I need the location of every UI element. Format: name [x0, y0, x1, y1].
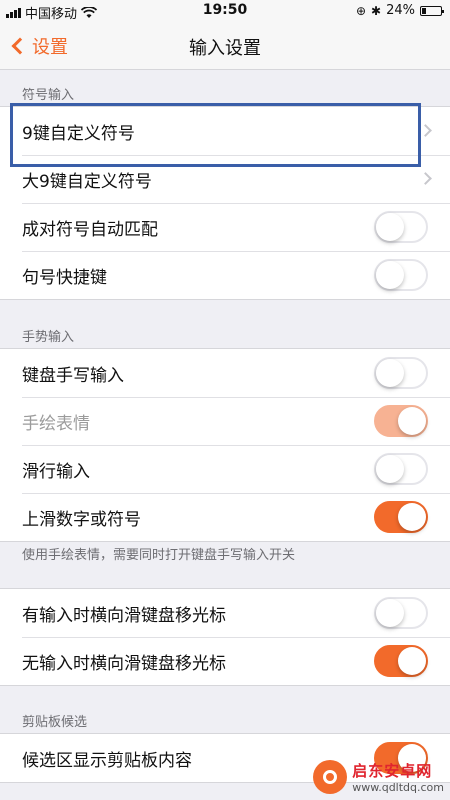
row-swipe-input: 滑行输入 — [0, 445, 450, 493]
row-label: 9键自定义符号 — [22, 123, 135, 144]
row-label: 上滑数字或符号 — [22, 509, 141, 530]
watermark: 启东安卓网 www.qdltdq.com — [313, 760, 444, 794]
group-symbol-input: 9键自定义符号 大9键自定义符号 成对符号自动匹配 句号快捷键 — [0, 106, 450, 300]
battery-percent: 24% — [386, 3, 415, 18]
group-cursor: 有输入时横向滑键盘移光标 无输入时横向滑键盘移光标 — [0, 588, 450, 686]
row-label: 有输入时横向滑键盘移光标 — [22, 605, 226, 626]
row-label: 键盘手写输入 — [22, 365, 124, 386]
period-shortcut-toggle[interactable] — [374, 259, 428, 291]
battery-icon — [420, 5, 444, 16]
nav-bar: 设置 输入设置 — [0, 22, 450, 70]
chevron-right-icon — [419, 172, 432, 185]
hand-drawn-emoji-toggle — [374, 405, 428, 437]
swipe-up-numbers-toggle[interactable] — [374, 501, 428, 533]
row-label: 大9键自定义符号 — [22, 171, 152, 192]
row-label: 候选区显示剪贴板内容 — [22, 750, 192, 771]
group-gesture-input: 键盘手写输入 手绘表情 滑行输入 上滑数字或符号 — [0, 348, 450, 542]
handwriting-toggle[interactable] — [374, 357, 428, 389]
row-swipe-up-numbers: 上滑数字或符号 — [0, 493, 450, 541]
row-period-shortcut: 句号快捷键 — [0, 251, 450, 299]
row-cursor-without-input: 无输入时横向滑键盘移光标 — [0, 637, 450, 685]
section-header-gesture-input: 手势输入 — [22, 330, 75, 345]
gesture-footer-note: 使用手绘表情，需要同时打开键盘手写输入开关 — [22, 548, 296, 563]
cursor-without-input-toggle[interactable] — [374, 645, 428, 677]
row-hand-drawn-emoji: 手绘表情 — [0, 397, 450, 445]
section-header-symbol-input: 符号输入 — [22, 88, 75, 103]
watermark-url: www.qdltdq.com — [352, 781, 444, 794]
auto-pair-toggle[interactable] — [374, 211, 428, 243]
watermark-logo-icon — [313, 760, 348, 794]
row-label: 滑行输入 — [22, 461, 90, 482]
swipe-input-toggle[interactable] — [374, 453, 428, 485]
rotation-lock-icon: ⊕ — [355, 3, 367, 18]
row-auto-pair-symbols: 成对符号自动匹配 — [0, 203, 450, 251]
section-header-clipboard: 剪贴板候选 — [22, 715, 88, 730]
bluetooth-icon: ✱ — [371, 3, 382, 18]
row-label: 句号快捷键 — [22, 267, 107, 288]
row-label: 无输入时横向滑键盘移光标 — [22, 653, 226, 674]
row-label: 成对符号自动匹配 — [22, 219, 158, 240]
row-9key-custom-symbols[interactable]: 9键自定义符号 — [0, 107, 450, 155]
status-bar: 中国移动 19:50 ⊕ ✱ 24% — [0, 0, 450, 22]
status-right: ⊕ ✱ 24% — [355, 3, 444, 18]
row-cursor-with-input: 有输入时横向滑键盘移光标 — [0, 589, 450, 637]
cursor-with-input-toggle[interactable] — [374, 597, 428, 629]
watermark-brand: 启东安卓网 — [352, 762, 433, 780]
row-label: 手绘表情 — [22, 413, 90, 434]
row-keyboard-handwriting: 键盘手写输入 — [0, 349, 450, 397]
chevron-right-icon — [419, 124, 432, 137]
page-title: 输入设置 — [189, 38, 261, 59]
row-big-9key-custom-symbols[interactable]: 大9键自定义符号 — [0, 155, 450, 203]
